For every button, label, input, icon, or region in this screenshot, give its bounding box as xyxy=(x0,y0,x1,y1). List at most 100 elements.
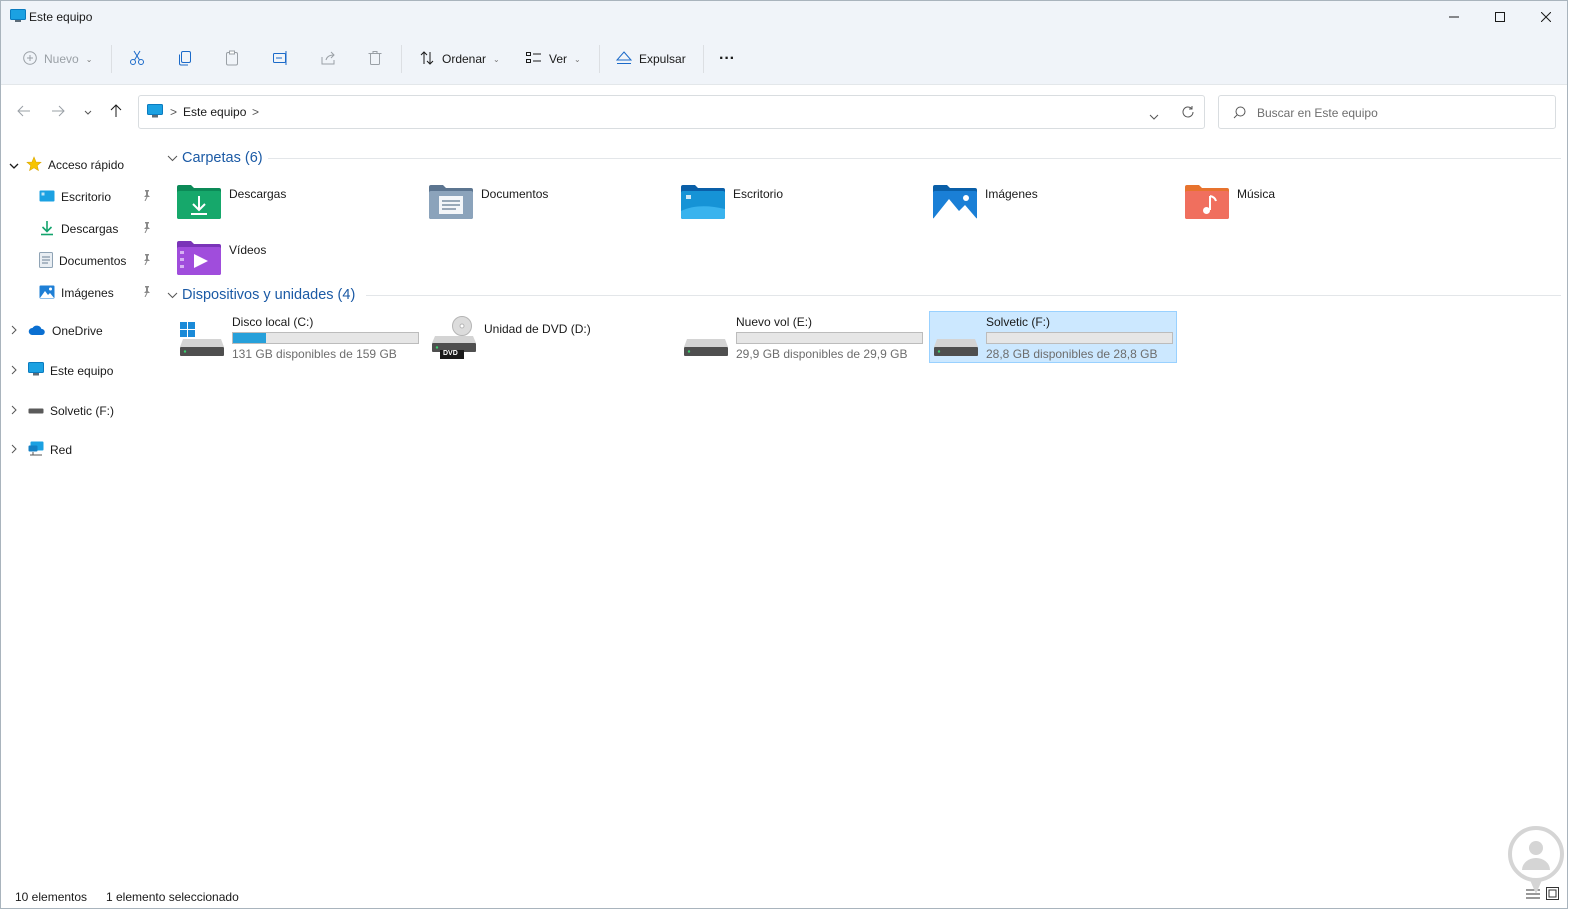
drive-free-space: 28,8 GB disponibles de 28,8 GB xyxy=(986,347,1158,361)
breadcrumb-separator[interactable]: > xyxy=(170,105,177,119)
drive-e[interactable]: Nuevo vol (E:) 29,9 GB disponibles de 29… xyxy=(679,311,927,363)
search-box[interactable] xyxy=(1218,95,1556,129)
file-view: Carpetas (6) Descargas Documentos Escrit… xyxy=(163,137,1563,877)
copy-icon xyxy=(177,50,193,69)
sidebar-item-usb-drive[interactable]: Solvetic (F:) xyxy=(11,397,114,425)
network-icon xyxy=(28,441,44,459)
eject-button[interactable]: Expulsar xyxy=(615,45,686,73)
document-icon xyxy=(39,251,53,271)
back-button[interactable] xyxy=(13,101,35,123)
explorer-window: Este equipo Nuevo ⌄ Ordenar ⌄ Ver ⌄ Expu… xyxy=(0,0,1568,909)
folder-documents[interactable]: Documentos xyxy=(415,177,655,225)
sidebar-item-label: Imágenes xyxy=(61,286,114,300)
arrow-left-icon xyxy=(17,105,31,120)
sidebar-item-label: OneDrive xyxy=(52,324,103,338)
sort-button[interactable]: Ordenar ⌄ xyxy=(419,45,500,73)
view-button[interactable]: Ver ⌄ xyxy=(526,45,581,73)
eject-icon xyxy=(615,50,633,69)
chevron-down-icon xyxy=(84,105,92,119)
pin-icon[interactable] xyxy=(142,286,152,300)
this-pc-icon xyxy=(28,362,44,380)
chevron-down-icon[interactable] xyxy=(167,150,178,166)
drive-name: Disco local (C:) xyxy=(232,315,314,329)
sidebar-item-label: Escritorio xyxy=(61,190,112,204)
sidebar-item-network[interactable]: Red xyxy=(11,436,72,464)
delete-button[interactable] xyxy=(367,45,383,73)
minimize-button[interactable] xyxy=(1431,1,1477,33)
drive-f-selected[interactable]: Solvetic (F:) 28,8 GB disponibles de 28,… xyxy=(929,311,1177,363)
close-button[interactable] xyxy=(1523,1,1569,33)
rename-icon xyxy=(272,50,290,69)
pin-icon[interactable] xyxy=(142,190,152,204)
status-bar: 10 elementos 1 elemento seleccionado xyxy=(1,877,1567,909)
arrow-up-icon xyxy=(110,103,122,121)
chevron-down-icon: ⌄ xyxy=(85,54,93,64)
search-input[interactable] xyxy=(1257,104,1547,122)
sidebar-item-onedrive[interactable]: OneDrive xyxy=(11,317,103,345)
folders-group-header[interactable]: Carpetas (6) xyxy=(167,147,263,169)
folder-name: Música xyxy=(1237,187,1276,201)
sort-label: Ordenar xyxy=(442,52,487,66)
chevron-right-icon[interactable] xyxy=(11,443,17,457)
drives-group-header[interactable]: Dispositivos y unidades (4) xyxy=(167,284,355,306)
storage-bar xyxy=(232,332,419,344)
storage-bar xyxy=(736,332,923,344)
new-button[interactable]: Nuevo ⌄ xyxy=(23,45,92,73)
chevron-right-icon[interactable] xyxy=(11,404,17,418)
folder-desktop[interactable]: Escritorio xyxy=(667,177,907,225)
chevron-right-icon[interactable] xyxy=(11,364,17,378)
pictures-folder-icon xyxy=(933,183,977,222)
desktop-icon xyxy=(39,189,55,206)
folder-videos[interactable]: Vídeos xyxy=(163,233,403,281)
drive-c[interactable]: Disco local (C:) 131 GB disponibles de 1… xyxy=(175,311,423,363)
sidebar-item-downloads[interactable]: Descargas xyxy=(39,215,159,243)
drive-name: Nuevo vol (E:) xyxy=(736,315,813,329)
sidebar-item-this-pc[interactable]: Este equipo xyxy=(11,357,113,385)
drive-name: Unidad de DVD (D:) xyxy=(484,322,591,336)
recent-locations-button[interactable] xyxy=(77,101,99,123)
sidebar-item-desktop[interactable]: Escritorio xyxy=(39,183,159,211)
more-options-button[interactable]: ··· xyxy=(719,45,735,73)
copy-button[interactable] xyxy=(177,45,193,73)
group-title: Dispositivos y unidades (4) xyxy=(182,287,356,303)
address-bar[interactable]: > Este equipo > xyxy=(138,95,1205,129)
folder-pictures[interactable]: Imágenes xyxy=(919,177,1159,225)
drive-free-space: 131 GB disponibles de 159 GB xyxy=(232,347,397,361)
toolbar-divider xyxy=(703,45,704,73)
drive-name: Solvetic (F:) xyxy=(986,315,1051,329)
sidebar-item-quick-access[interactable]: Acceso rápido xyxy=(9,151,124,179)
drive-icon xyxy=(28,404,44,418)
new-label: Nuevo xyxy=(44,52,79,66)
windows-drive-icon xyxy=(180,322,224,361)
up-button[interactable] xyxy=(105,101,127,123)
view-icon xyxy=(526,51,542,68)
pin-icon[interactable] xyxy=(142,222,152,236)
address-dropdown-icon[interactable] xyxy=(1149,109,1159,123)
storage-bar xyxy=(986,332,1173,344)
sidebar-item-label: Descargas xyxy=(61,222,119,236)
maximize-button[interactable] xyxy=(1477,1,1523,33)
rename-button[interactable] xyxy=(272,45,290,73)
pin-icon[interactable] xyxy=(142,254,152,268)
folder-music[interactable]: Música xyxy=(1171,177,1411,225)
cut-button[interactable] xyxy=(129,45,145,73)
delete-icon xyxy=(367,50,383,69)
share-button[interactable] xyxy=(320,45,336,73)
sidebar-item-pictures[interactable]: Imágenes xyxy=(39,279,159,307)
sidebar-item-label: Acceso rápido xyxy=(48,158,125,172)
folder-name: Vídeos xyxy=(229,243,267,257)
breadcrumb-separator[interactable]: > xyxy=(252,105,259,119)
chevron-down-icon[interactable] xyxy=(167,287,178,303)
refresh-icon[interactable] xyxy=(1181,105,1195,122)
folder-name: Imágenes xyxy=(985,187,1038,201)
dvd-drive-icon: DVD xyxy=(432,316,476,363)
drive-d-dvd[interactable]: DVD Unidad de DVD (D:) xyxy=(427,311,675,363)
sidebar-item-documents[interactable]: Documentos xyxy=(39,247,159,275)
paste-button[interactable] xyxy=(224,45,240,73)
chevron-right-icon[interactable] xyxy=(11,324,17,338)
group-divider xyxy=(366,295,1561,296)
folder-downloads[interactable]: Descargas xyxy=(163,177,403,225)
chevron-down-icon[interactable] xyxy=(9,158,19,172)
breadcrumb-this-pc[interactable]: Este equipo xyxy=(183,105,246,119)
forward-button[interactable] xyxy=(47,101,69,123)
